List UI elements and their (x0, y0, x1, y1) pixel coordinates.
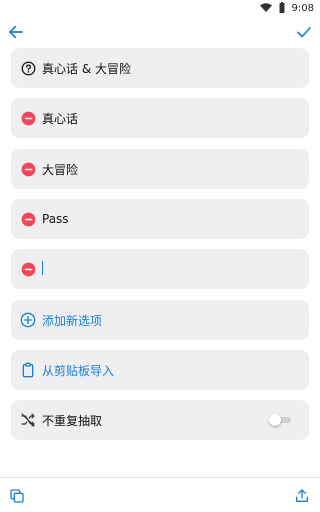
shuffle-off-icon (20, 412, 36, 428)
status-time: 9:08 (291, 2, 314, 14)
import-clipboard-button[interactable]: 从剪贴板导入 (11, 350, 309, 390)
header-item-label: 真心话 & 大冒险 (42, 61, 131, 76)
option-label[interactable]: 大冒险 (42, 161, 78, 178)
share-button[interactable] (290, 484, 314, 508)
app-bar (0, 16, 320, 48)
copy-icon (10, 489, 24, 503)
check-icon (297, 27, 311, 38)
option-item[interactable]: Pass (11, 199, 309, 239)
status-bar: 9:08 (0, 0, 320, 16)
option-label[interactable]: 真心话 (42, 110, 78, 127)
option-item[interactable]: 大冒险 (11, 149, 309, 189)
add-option-button[interactable]: 添加新选项 (11, 300, 309, 340)
option-item[interactable]: 真心话 (11, 98, 309, 138)
no-repeat-toggle[interactable] (269, 414, 293, 426)
arrow-left-icon (9, 25, 23, 39)
share-icon (296, 489, 308, 502)
copy-button[interactable] (5, 484, 29, 508)
no-repeat-setting[interactable]: 不重复抽取 (11, 400, 309, 440)
option-input-item[interactable] (11, 249, 309, 289)
no-repeat-label: 不重复抽取 (42, 413, 103, 428)
remove-circle-icon[interactable] (20, 110, 36, 126)
import-clipboard-label: 从剪贴板导入 (42, 363, 115, 378)
toggle-thumb (269, 414, 281, 426)
add-circle-icon (20, 312, 36, 328)
remove-circle-icon[interactable] (20, 211, 36, 227)
bottom-divider (0, 477, 320, 478)
confirm-button[interactable] (292, 20, 316, 44)
remove-circle-icon[interactable] (20, 261, 36, 277)
option-label[interactable]: Pass (42, 212, 69, 226)
back-button[interactable] (4, 20, 28, 44)
battery-icon (279, 2, 285, 13)
add-option-label: 添加新选项 (42, 313, 103, 328)
clipboard-icon (20, 362, 36, 378)
option-input[interactable] (42, 260, 43, 278)
text-caret (42, 260, 43, 275)
wifi-icon (259, 3, 272, 12)
remove-circle-icon[interactable] (20, 161, 36, 177)
header-item[interactable]: 真心话 & 大冒险 (11, 48, 309, 88)
help-circle-icon (20, 60, 36, 76)
